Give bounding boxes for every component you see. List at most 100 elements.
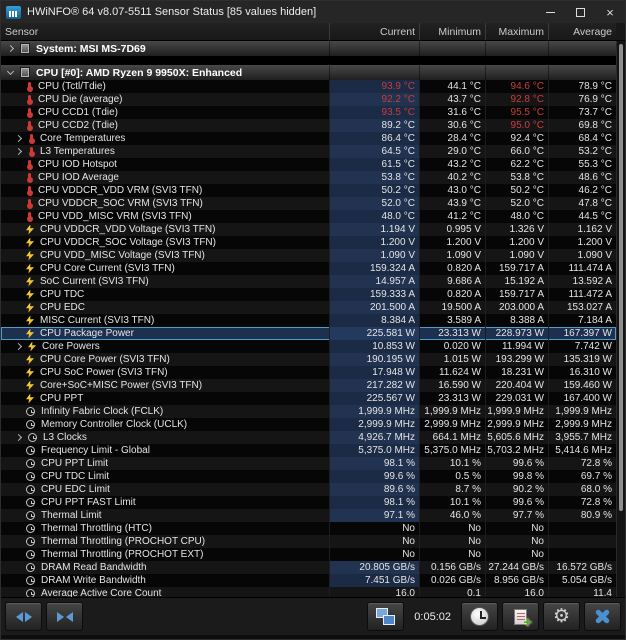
thermometer-icon <box>28 160 31 168</box>
sensor-row[interactable]: CPU SoC Power (SVI3 TFN)17.948 W11.624 W… <box>1 366 616 379</box>
sensor-row[interactable]: CPU VDD_MISC Voltage (SVI3 TFN)1.090 V1.… <box>1 249 616 262</box>
sensor-row[interactable]: CPU Die (average)92.2 °C43.7 °C92.8 °C76… <box>1 93 616 106</box>
column-header-sensor[interactable]: Sensor <box>1 23 329 40</box>
sensor-name-cell: CPU (Tctl/Tdie) <box>1 80 329 93</box>
selected-sensor-row[interactable]: CPU Package Power225.581 W23.313 W228.97… <box>1 327 616 340</box>
sensor-row[interactable]: L3 Clocks4,926.7 MHz664.1 MHz5,605.6 MHz… <box>1 431 616 444</box>
expand-chevron-icon[interactable] <box>15 434 22 441</box>
sensor-row[interactable]: CPU IOD Average53.8 °C40.2 °C53.8 °C48.6… <box>1 171 616 184</box>
clock-icon <box>28 433 37 442</box>
remote-monitoring-button[interactable] <box>367 602 404 631</box>
sensor-row[interactable]: CPU Core Current (SVI3 TFN)159.324 A0.82… <box>1 262 616 275</box>
minimize-button[interactable] <box>535 1 565 23</box>
column-header-current[interactable]: Current <box>329 23 419 40</box>
sensor-row[interactable]: Average Active Core Count16.00.116.011.4 <box>1 587 616 597</box>
column-header-minimum[interactable]: Minimum <box>419 23 485 40</box>
sensor-row[interactable]: Core Temperatures86.4 °C28.4 °C92.4 °C68… <box>1 132 616 145</box>
maximum-value-cell: 18.231 W <box>485 366 548 379</box>
sensor-label: CPU TDC <box>40 289 84 300</box>
sensor-row[interactable]: CPU Core Power (SVI3 TFN)190.195 W1.015 … <box>1 353 616 366</box>
sensor-row[interactable]: MISC Current (SVI3 TFN)8.384 A3.589 A8.3… <box>1 314 616 327</box>
sensor-row[interactable]: Thermal Limit97.1 %46.0 %97.7 %80.9 % <box>1 509 616 522</box>
current-value-cell: 225.581 W <box>329 327 419 340</box>
sensor-row[interactable]: DRAM Write Bandwidth7.451 GB/s0.026 GB/s… <box>1 574 616 587</box>
sensor-row[interactable]: Core Powers10.853 W0.020 W11.994 W7.742 … <box>1 340 616 353</box>
average-value-cell: 55.3 °C <box>548 158 616 171</box>
minimum-value-cell: 2,999.9 MHz <box>419 418 485 431</box>
minimum-value-cell: 9.686 A <box>419 275 485 288</box>
maximum-value-cell: 2,999.9 MHz <box>485 418 548 431</box>
maximum-value-cell: 203.000 A <box>485 301 548 314</box>
sensor-row[interactable]: Frequency Limit - Global5,375.0 MHz5,375… <box>1 444 616 457</box>
expand-chevron-icon[interactable] <box>15 135 22 142</box>
current-value-cell: No <box>329 535 419 548</box>
sensor-row[interactable]: CPU CCD2 (Tdie)89.2 °C30.6 °C95.0 °C69.8… <box>1 119 616 132</box>
column-header-average[interactable]: Average <box>548 23 616 40</box>
column-header-maximum[interactable]: Maximum <box>485 23 548 40</box>
maximum-value-cell: 15.192 A <box>485 275 548 288</box>
sensor-row[interactable]: CPU VDD_MISC VRM (SVI3 TFN)48.0 °C41.2 °… <box>1 210 616 223</box>
sensor-row[interactable]: Infinity Fabric Clock (FCLK)1,999.9 MHz1… <box>1 405 616 418</box>
average-value-cell: 5,414.6 MHz <box>548 444 616 457</box>
sensor-label: CPU CCD1 (Tdie) <box>38 107 118 118</box>
average-value-cell: 53.2 °C <box>548 145 616 158</box>
section-row[interactable]: CPU [#0]: AMD Ryzen 9 9950X: Enhanced <box>1 65 616 80</box>
expand-chevron-icon[interactable] <box>15 343 22 350</box>
average-value-cell: 76.9 °C <box>548 93 616 106</box>
sensor-row[interactable]: SoC Current (SVI3 TFN)14.957 A9.686 A15.… <box>1 275 616 288</box>
close-sensors-button[interactable] <box>584 602 621 631</box>
collapse-columns-button[interactable] <box>46 602 83 631</box>
minimize-icon <box>546 12 555 13</box>
lightning-icon <box>26 316 34 326</box>
average-value-cell: 46.2 °C <box>548 184 616 197</box>
lightning-icon <box>26 251 34 261</box>
minimum-value-cell: 0.820 A <box>419 262 485 275</box>
sensor-row[interactable]: Thermal Throttling (PROCHOT CPU)NoNoNo <box>1 535 616 548</box>
sensor-row[interactable]: CPU CCD1 (Tdie)93.5 °C31.6 °C95.5 °C73.7… <box>1 106 616 119</box>
lightning-icon <box>26 394 34 404</box>
motherboard-icon <box>20 43 30 54</box>
average-value-cell: 78.9 °C <box>548 80 616 93</box>
maximum-value-cell: 193.299 W <box>485 353 548 366</box>
vertical-scrollbar[interactable] <box>616 41 625 597</box>
sensor-row[interactable]: CPU EDC201.500 A19.500 A203.000 A153.027… <box>1 301 616 314</box>
sensor-row[interactable]: CPU VDDCR_VDD VRM (SVI3 TFN)50.2 °C43.0 … <box>1 184 616 197</box>
minimum-value-cell: 31.6 °C <box>419 106 485 119</box>
scrollbar-thumb[interactable] <box>619 44 623 511</box>
clock-button[interactable] <box>461 602 498 631</box>
expand-columns-button[interactable] <box>5 602 42 631</box>
sensor-row[interactable]: CPU VDDCR_SOC VRM (SVI3 TFN)52.0 °C43.9 … <box>1 197 616 210</box>
logging-button[interactable] <box>502 602 539 631</box>
section-row[interactable]: System: MSI MS-7D69 <box>1 41 616 56</box>
maximum-value-cell: 228.973 W <box>485 327 548 340</box>
sensor-row[interactable]: Thermal Throttling (PROCHOT EXT)NoNoNo <box>1 548 616 561</box>
current-value-cell: 64.5 °C <box>329 145 419 158</box>
sensor-row[interactable]: CPU PPT Limit98.1 %10.1 %99.6 %72.8 % <box>1 457 616 470</box>
settings-button[interactable]: ⚙ <box>543 602 580 631</box>
sensor-row[interactable]: Thermal Throttling (HTC)NoNoNo <box>1 522 616 535</box>
sensor-row[interactable]: CPU TDC Limit99.6 %0.5 %99.8 %69.7 % <box>1 470 616 483</box>
sensor-row[interactable]: CPU IOD Hotspot61.5 °C43.2 °C62.2 °C55.3… <box>1 158 616 171</box>
sensor-row[interactable]: DRAM Read Bandwidth20.805 GB/s0.156 GB/s… <box>1 561 616 574</box>
expand-chevron-icon[interactable] <box>7 45 14 52</box>
collapse-chevron-icon[interactable] <box>7 67 14 74</box>
title-bar[interactable]: HWiNFO® 64 v8.07-5511 Sensor Status [85 … <box>1 1 625 23</box>
sensor-row[interactable]: CPU (Tctl/Tdie)93.9 °C44.1 °C94.6 °C78.9… <box>1 80 616 93</box>
maximum-value-cell: 1.090 V <box>485 249 548 262</box>
sensor-row[interactable]: L3 Temperatures64.5 °C29.0 °C66.0 °C53.2… <box>1 145 616 158</box>
maximum-value-cell: 1.200 V <box>485 236 548 249</box>
sensor-row[interactable]: Memory Controller Clock (UCLK)2,999.9 MH… <box>1 418 616 431</box>
sensor-row[interactable]: CPU PPT FAST Limit98.1 %10.1 %99.6 %72.8… <box>1 496 616 509</box>
sensor-row[interactable]: CPU VDDCR_SOC Voltage (SVI3 TFN)1.200 V1… <box>1 236 616 249</box>
sensor-row[interactable]: Core+SoC+MISC Power (SVI3 TFN)217.282 W1… <box>1 379 616 392</box>
sensor-row[interactable]: CPU VDDCR_VDD Voltage (SVI3 TFN)1.194 V0… <box>1 223 616 236</box>
sensor-name-cell: DRAM Write Bandwidth <box>1 574 329 587</box>
sensor-row[interactable]: CPU PPT225.567 W23.313 W229.031 W167.400… <box>1 392 616 405</box>
maximize-button[interactable] <box>565 1 595 23</box>
sensor-row[interactable]: CPU TDC159.333 A0.820 A159.717 A111.472 … <box>1 288 616 301</box>
thermometer-icon <box>28 186 31 194</box>
expand-chevron-icon[interactable] <box>15 148 22 155</box>
sensor-row[interactable]: CPU EDC Limit89.6 %8.7 %90.2 %68.0 % <box>1 483 616 496</box>
close-button[interactable]: × <box>595 1 625 23</box>
sensor-label: CPU IOD Average <box>38 172 119 183</box>
